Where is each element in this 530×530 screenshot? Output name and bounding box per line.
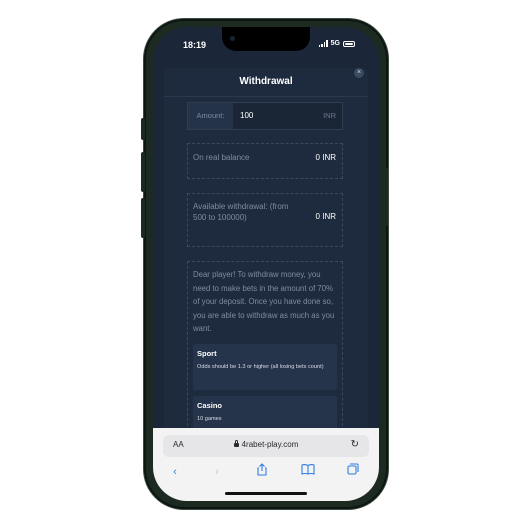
safari-bottom-bar: AA 4rabet-play.com ↻ ‹ › — [153, 428, 379, 501]
modal-title: Withdrawal — [239, 76, 293, 87]
available-withdrawal-row: Available withdrawal: (from 500 to 10000… — [187, 193, 343, 247]
home-indicator — [225, 492, 307, 495]
sport-text: Odds should be 1.3 or higher (all losing… — [197, 364, 324, 370]
real-balance-value: 0 INR — [315, 153, 336, 162]
volume-down-button — [141, 198, 145, 238]
info-text: Dear player! To withdraw money, you need… — [193, 270, 335, 333]
address-bar[interactable]: AA 4rabet-play.com ↻ — [163, 435, 369, 457]
real-balance-label: On real balance — [193, 153, 250, 162]
url-display[interactable]: 4rabet-play.com — [163, 440, 369, 449]
status-time: 18:19 — [183, 40, 207, 50]
withdrawal-modal: Withdrawal × Amount: 100 INR On real bal… — [164, 68, 368, 428]
tabs-icon[interactable] — [344, 463, 362, 481]
amount-field[interactable]: Amount: 100 INR — [187, 102, 343, 130]
browser-toolbar: ‹ › — [153, 463, 379, 481]
sport-title: Sport — [197, 349, 217, 358]
available-withdrawal-value: 0 INR — [315, 212, 336, 221]
close-button[interactable]: × — [354, 68, 364, 78]
phone-screen: 18:19 5G Withdrawal × Amount: 100 INR On… — [153, 27, 379, 501]
back-icon[interactable]: ‹ — [166, 463, 184, 481]
reload-icon[interactable]: ↻ — [351, 439, 359, 450]
lock-icon — [233, 440, 239, 447]
signal-icon — [318, 40, 328, 47]
share-icon[interactable] — [253, 463, 271, 481]
network-label: 5G — [330, 40, 340, 47]
camera-icon — [230, 36, 235, 41]
amount-label: Amount: — [188, 103, 233, 129]
amount-input[interactable]: 100 — [240, 103, 253, 129]
notch — [222, 27, 310, 51]
real-balance-row: On real balance 0 INR — [187, 143, 343, 179]
battery-icon — [343, 40, 355, 47]
status-indicators: 5G — [318, 40, 355, 47]
mute-switch — [141, 118, 145, 140]
bookmarks-icon[interactable] — [299, 463, 317, 481]
forward-icon[interactable]: › — [208, 463, 226, 481]
casino-text: 10 games — [197, 416, 222, 422]
wagering-info: Dear player! To withdraw money, you need… — [187, 261, 343, 428]
url-text: 4rabet-play.com — [241, 440, 299, 449]
available-withdrawal-label: Available withdrawal: (from 500 to 10000… — [193, 202, 289, 222]
casino-condition-card: Casino 10 games — [193, 396, 337, 428]
sport-condition-card: Sport Odds should be 1.3 or higher (all … — [193, 344, 337, 390]
volume-up-button — [141, 152, 145, 192]
power-button — [384, 168, 388, 226]
casino-title: Casino — [197, 401, 223, 410]
amount-currency: INR — [323, 111, 336, 120]
divider — [164, 96, 368, 97]
